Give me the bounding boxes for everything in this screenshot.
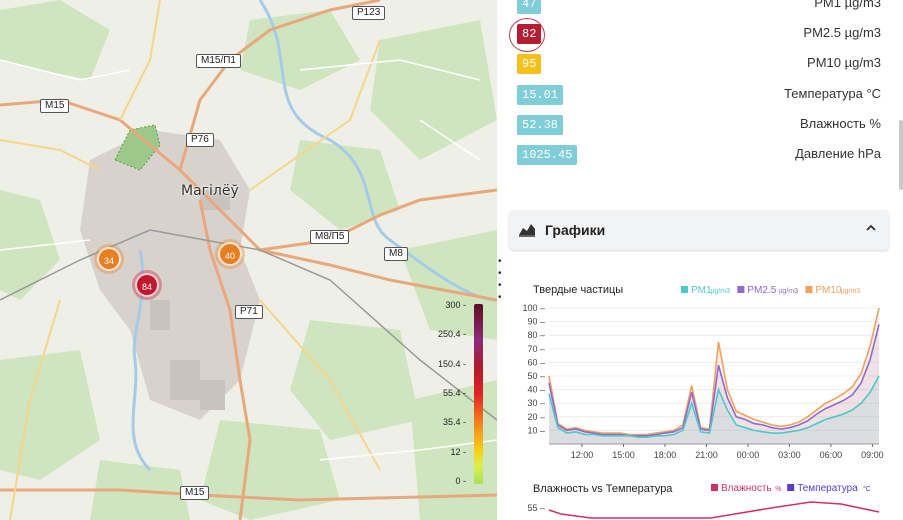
y-tick-6: 40 – [527,385,545,395]
chart2-title: Влажность vs Температура [533,483,673,495]
chart2-series-humidity [548,501,880,519]
metric-pm1: 47 PM1 µg/m3 [517,0,881,16]
metric-humidity-label: Влажность % [800,116,881,131]
metric-pm10: 95 PM10 µg/m3 [517,52,881,76]
y-tick-5: 50 – [527,371,545,381]
resize-handle-icon[interactable]: • • • • [498,256,502,304]
legend-label-12: 12 - [450,447,466,457]
city-label: Магілёў [181,183,239,199]
y-tick-7: 30 – [527,398,545,408]
y-tick-4: 60 – [527,357,545,367]
sensor-marker-34[interactable]: 34 [97,247,121,271]
metric-pressure: 1025.45 Давление hPa [517,143,881,167]
x-tick-4: 00:00 [737,450,760,460]
metric-pressure-value: 1025.45 [517,145,578,165]
metric-humidity-value: 52.38 [517,115,564,135]
chart2-legend-label-0: Влажность [721,483,772,494]
chart2-y-tick-0: 55 – [527,503,545,513]
y-tick-0: 100 – [522,303,545,313]
metric-pm25: 82 PM2.5 µg/m3 [517,22,881,46]
chart2-legend-unit-0: % [775,486,781,493]
x-tick-5: 03:00 [778,450,801,460]
metric-temperature-label: Температура °C [784,86,881,101]
map-view[interactable]: P123 M15/П1 M15 P76 M8/П5 M8 P71 M15 Маг… [0,0,497,520]
map-base [0,0,497,520]
metric-pm25-value: 82 [517,24,542,44]
legend-unit-1: µg/m3 [778,288,798,295]
legend-gradient-bar [474,304,483,484]
chart2-legend-swatch-0 [711,484,718,491]
chart-title: Твердые частицы [533,284,623,296]
metric-pm1-label: PM1 µg/m3 [814,0,881,10]
metric-temperature: 15.01 Температура °C [517,83,881,107]
charts-section-title: Графики [545,222,606,238]
x-tick-1: 15:00 [612,450,635,460]
x-tick-7: 09:00 [861,450,884,460]
chart2-legend-label-1: Температура [797,483,858,494]
metric-pm10-value: 95 [517,54,542,74]
charts-section-header[interactable]: Графики [509,210,889,250]
legend-label-150: 150.4 - [437,359,466,369]
app: P123 M15/П1 M15 P76 M8/П5 M8 P71 M15 Маг… [0,0,903,520]
y-tick-2: 80 – [527,330,545,340]
y-tick-3: 70 – [527,344,545,354]
metric-temperature-value: 15.01 [517,85,564,105]
sensor-panel: • • • • 47 PM1 µg/m3 82 PM2.5 µg/m3 95 PM10… [497,0,903,520]
x-tick-3: 21:00 [695,450,718,460]
legend-swatch-1 [737,286,745,293]
road-sign-m15-west: M15 [40,99,70,113]
legend-label-35: 35.4 - [442,417,466,427]
legend-label-1: PM2.5 [747,285,776,296]
road-sign-p123: P123 [352,6,386,20]
legend-swatch-2 [805,286,813,293]
road-sign-p76: P76 [186,133,214,147]
x-tick-2: 18:00 [654,450,677,460]
metric-pressure-label: Давление hPa [795,146,881,161]
chevron-up-icon[interactable] [865,222,877,234]
legend-label-2: PM10 [815,285,842,296]
legend-label-250: 250.4 - [437,329,466,339]
road-sign-m8: M8 [384,247,408,261]
y-tick-8: 20 – [527,412,545,422]
road-sign-p71: P71 [235,305,263,319]
legend-label-0: PM1 [691,285,712,296]
chart2-legend-unit-1: °C [863,485,871,493]
particles-chart[interactable]: Твердые частицы PM1µg/m3 PM2.5 µg/m3 PM10 µg/… [511,278,889,473]
sensor-marker-84[interactable]: 84 [135,273,159,297]
road-sign-m15-p1: M15/П1 [196,54,241,68]
road-sign-m8-p5: M8/П5 [310,230,350,244]
legend-label-55: 55.4 - [442,388,466,398]
y-tick-1: 90 – [527,317,545,327]
road-sign-m15-south: M15 [180,486,210,500]
legend-swatch-0 [681,286,688,293]
metric-pm10-label: PM10 µg/m3 [807,55,881,70]
legend-unit-0: µg/m3 [710,288,730,295]
legend-unit-2: µg/m3 [841,288,861,295]
x-tick-0: 12:00 [571,450,594,460]
metric-pm1-value: 47 [517,0,542,14]
legend-label-300: 300 - [445,300,466,310]
y-tick-9: 10 – [527,425,545,435]
area-chart-icon [519,224,535,237]
aqi-color-legend: 300 - 250.4 - 150.4 - 55.4 - 35.4 - 12 -… [436,300,496,490]
legend-label-0: 0 - [455,476,466,486]
scrollbar-thumb[interactable] [899,120,903,190]
sensor-marker-40[interactable]: 40 [218,242,242,266]
x-tick-6: 06:00 [820,450,843,460]
metric-humidity: 52.38 Влажность % [517,113,881,137]
chart2-legend-swatch-1 [787,484,795,491]
metric-pm25-label: PM2.5 µg/m3 [803,25,881,40]
humidity-temperature-chart[interactable]: Влажность vs Температура Влажность% Темпер… [511,478,889,520]
